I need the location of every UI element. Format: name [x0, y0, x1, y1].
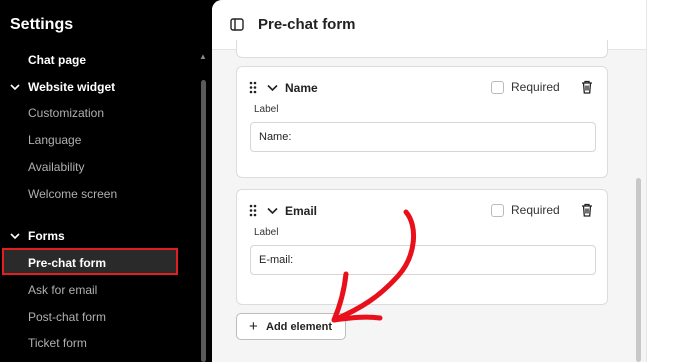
sidebar-item-customization[interactable]: Customization	[28, 106, 104, 120]
right-panel-edge	[646, 0, 680, 362]
sidebar-item-language[interactable]: Language	[28, 133, 81, 147]
main-panel: Pre-chat form Name Required Label Name: …	[212, 0, 646, 362]
sidebar-item-pre-chat-form[interactable]: Pre-chat form	[28, 256, 106, 270]
sidebar-item-post-chat-form[interactable]: Post-chat form	[28, 310, 106, 324]
settings-sidebar: Settings Chat page Website widget Custom…	[0, 0, 212, 362]
sidebar-item-chat-page[interactable]: Chat page	[28, 53, 86, 67]
chevron-down-icon[interactable]	[10, 231, 20, 241]
sidebar-section-website-widget[interactable]: Website widget	[28, 80, 115, 94]
sidebar-item-ticket-form[interactable]: Ticket form	[28, 336, 87, 350]
sidebar-item-availability[interactable]: Availability	[28, 160, 84, 174]
sidebar-section-forms[interactable]: Forms	[28, 229, 65, 243]
sidebar-item-welcome-screen[interactable]: Welcome screen	[28, 187, 117, 201]
annotation-arrow-icon	[331, 209, 417, 323]
sidebar-title: Settings	[10, 16, 74, 33]
scroll-up-arrow-icon[interactable]: ▲	[199, 52, 207, 61]
chevron-down-icon[interactable]	[10, 82, 20, 92]
sidebar-item-ask-for-email[interactable]: Ask for email	[28, 283, 97, 297]
sidebar-scrollbar[interactable]	[201, 80, 206, 362]
